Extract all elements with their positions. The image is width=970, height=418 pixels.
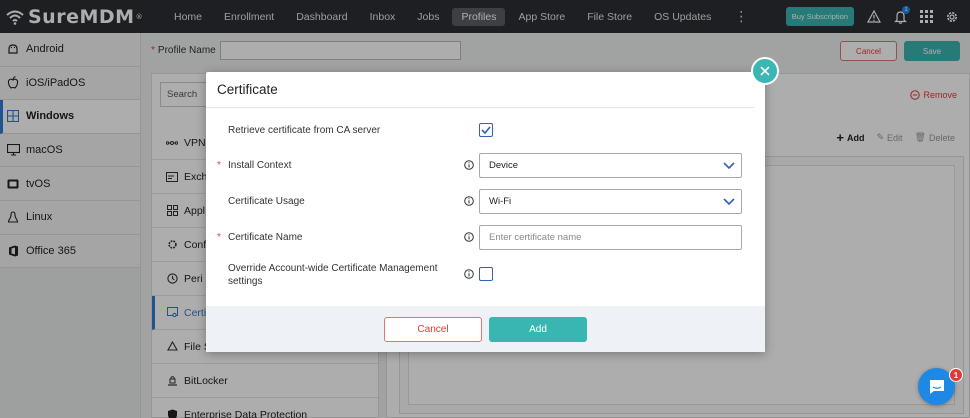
- close-icon: [760, 66, 770, 76]
- required-marker: *: [217, 160, 221, 171]
- checkmark-icon: [481, 126, 491, 134]
- dialog-footer: Cancel Add: [206, 306, 765, 352]
- override-settings-checkbox[interactable]: [479, 267, 493, 281]
- dialog-title: Certificate: [217, 82, 278, 97]
- chevron-down-icon: [723, 162, 735, 170]
- install-context-label-text: Install Context: [228, 160, 292, 171]
- info-icon[interactable]: [464, 160, 474, 170]
- certificate-name-input[interactable]: Enter certificate name: [479, 225, 742, 250]
- certificate-usage-label: Certificate Usage: [228, 196, 305, 207]
- certificate-dialog: Certificate Retrieve certificate from CA…: [206, 72, 765, 352]
- info-icon[interactable]: [464, 269, 474, 279]
- install-context-value: Device: [489, 160, 519, 171]
- install-context-label: * Install Context: [217, 159, 292, 172]
- certificate-name-label: * Certificate Name: [217, 231, 303, 244]
- certificate-name-label-text: Certificate Name: [228, 232, 303, 243]
- info-icon[interactable]: [464, 196, 474, 206]
- dialog-add-button[interactable]: Add: [489, 317, 587, 342]
- retrieve-from-ca-checkbox[interactable]: [479, 123, 493, 137]
- chevron-down-icon: [723, 198, 735, 206]
- chat-unread-badge: 1: [949, 368, 963, 382]
- dialog-divider: [206, 107, 754, 108]
- required-marker: *: [217, 232, 221, 243]
- chat-icon: [929, 379, 944, 394]
- install-context-select[interactable]: Device: [479, 153, 742, 178]
- dialog-cancel-button[interactable]: Cancel: [384, 317, 482, 342]
- certificate-usage-select[interactable]: Wi-Fi: [479, 189, 742, 214]
- info-icon[interactable]: [464, 232, 474, 242]
- retrieve-from-ca-label: Retrieve certificate from CA server: [228, 125, 381, 136]
- modal-close-button[interactable]: [751, 57, 779, 85]
- override-settings-label: Override Account-wide Certificate Manage…: [228, 263, 438, 287]
- certificate-usage-value: Wi-Fi: [489, 196, 512, 207]
